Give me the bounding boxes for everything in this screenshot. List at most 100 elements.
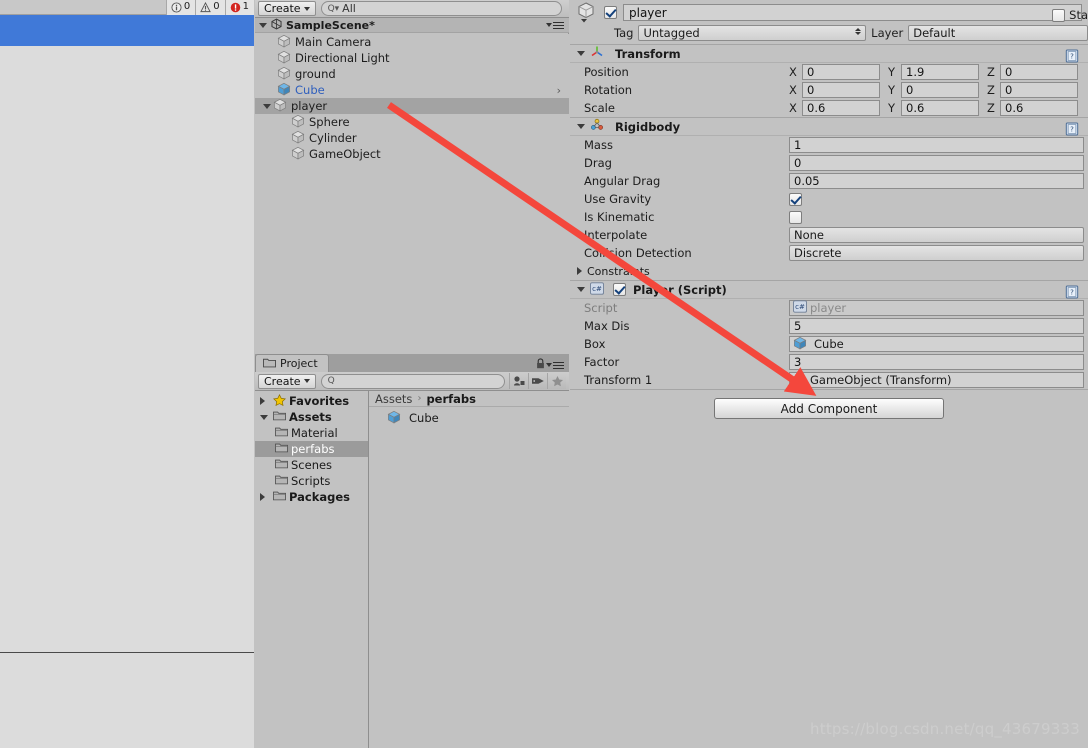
asset-item-label: Cube bbox=[409, 411, 439, 425]
project-create-button[interactable]: Create bbox=[258, 373, 316, 389]
project-tree-item-perfabs[interactable]: perfabs bbox=[255, 441, 368, 457]
transform-icon bbox=[793, 372, 807, 389]
search-icon: Q▾ bbox=[327, 3, 340, 14]
project-folder-tree[interactable]: Favorites Assets Material perfabs Scenes Scri… bbox=[255, 391, 369, 748]
property-label: Box bbox=[584, 337, 606, 351]
project-tree-item-assets[interactable]: Assets bbox=[255, 409, 368, 425]
collision-detection-dropdown[interactable]: Discrete bbox=[789, 245, 1084, 261]
project-tree-item-material[interactable]: Material bbox=[255, 425, 368, 441]
property-constraints[interactable]: Constraints bbox=[570, 262, 1088, 280]
position-y-input[interactable]: 1.9 bbox=[901, 64, 979, 80]
chevron-down-icon bbox=[546, 23, 552, 27]
warning-count-cell[interactable]: 0 bbox=[195, 0, 225, 15]
mass-input[interactable]: 1 bbox=[789, 137, 1084, 153]
project-search-input[interactable]: Q bbox=[320, 373, 505, 389]
interpolate-dropdown[interactable]: None bbox=[789, 227, 1084, 243]
project-tree-item-packages[interactable]: Packages bbox=[255, 489, 368, 505]
gameobject-name-value: player bbox=[629, 5, 667, 20]
project-content-pane[interactable]: Assets › perfabs Cube bbox=[369, 391, 569, 748]
filter-by-label-icon[interactable] bbox=[528, 373, 547, 389]
property-label: Constraints bbox=[587, 264, 650, 278]
project-tree-item-scenes[interactable]: Scenes bbox=[255, 457, 368, 473]
help-book-icon[interactable]: ? bbox=[1065, 120, 1083, 136]
position-z-input[interactable]: 0 bbox=[1000, 64, 1078, 80]
tag-label: Tag bbox=[614, 26, 634, 40]
project-asset-list[interactable]: Cube bbox=[369, 410, 569, 426]
project-split: Favorites Assets Material perfabs Scenes Scri… bbox=[255, 391, 569, 748]
component-header-player-script[interactable]: c# Player (Script)? bbox=[570, 281, 1088, 299]
add-component-label: Add Component bbox=[780, 401, 878, 416]
lock-icon[interactable] bbox=[536, 358, 545, 372]
help-book-icon[interactable]: ? bbox=[1065, 47, 1083, 63]
hierarchy-options-menu[interactable] bbox=[546, 20, 564, 31]
max-dis-input[interactable]: 5 bbox=[789, 318, 1084, 334]
tag-dropdown[interactable]: Untagged bbox=[638, 25, 867, 41]
transform-1-object-field[interactable]: GameObject (Transform) bbox=[789, 372, 1084, 388]
layer-dropdown[interactable]: Default bbox=[908, 25, 1088, 41]
box-object-field[interactable]: Cube bbox=[789, 336, 1084, 352]
inspector-components: Transform? Position X 0 Y 1.9 Z 0 Rotation X 0 Y 0 Z 0… bbox=[570, 45, 1088, 390]
hierarchy-item-sphere[interactable]: Sphere bbox=[255, 114, 569, 130]
hierarchy-item-main-camera[interactable]: Main Camera bbox=[255, 34, 569, 50]
position-x-input[interactable]: 0 bbox=[802, 64, 880, 80]
hierarchy-item-player[interactable]: player bbox=[255, 98, 569, 114]
script-object-field[interactable]: c# player bbox=[789, 300, 1084, 316]
scene-expand-triangle-icon[interactable] bbox=[259, 22, 267, 28]
rotation-z-input[interactable]: 0 bbox=[1000, 82, 1078, 98]
chevron-right-icon[interactable]: › bbox=[557, 84, 561, 97]
project-tree-item-scripts[interactable]: Scripts bbox=[255, 473, 368, 489]
hierarchy-list[interactable]: Main Camera Directional Light ground Cube › p… bbox=[255, 34, 569, 353]
angular-drag-input[interactable]: 0.05 bbox=[789, 173, 1084, 189]
expand-triangle-icon[interactable] bbox=[260, 397, 270, 405]
add-component-button[interactable]: Add Component bbox=[714, 398, 944, 419]
use-gravity-checkbox[interactable] bbox=[789, 192, 802, 206]
hierarchy-item-cube[interactable]: Cube › bbox=[255, 82, 569, 98]
expand-triangle-icon[interactable] bbox=[577, 124, 585, 129]
component-header-transform[interactable]: Transform? bbox=[570, 45, 1088, 63]
expand-triangle-icon[interactable] bbox=[260, 414, 270, 420]
rotation-x-input[interactable]: 0 bbox=[802, 82, 880, 98]
scene-lower-area[interactable] bbox=[0, 653, 254, 748]
hierarchy-item-gameobject[interactable]: GameObject bbox=[255, 146, 569, 162]
is-kinematic-checkbox[interactable] bbox=[789, 210, 802, 224]
filter-by-type-icon[interactable] bbox=[509, 373, 528, 389]
project-tree-item-favorites[interactable]: Favorites bbox=[255, 393, 368, 409]
expand-triangle-icon[interactable] bbox=[577, 267, 582, 275]
gameobject-cube-icon bbox=[277, 82, 295, 99]
factor-input[interactable]: 3 bbox=[789, 354, 1084, 370]
scale-x-input[interactable]: 0.6 bbox=[802, 100, 880, 116]
project-options-menu[interactable] bbox=[536, 358, 564, 372]
gameobject-name-field[interactable]: player bbox=[623, 4, 1082, 21]
hierarchy-scene-row[interactable]: SampleScene* bbox=[255, 17, 569, 33]
help-book-icon[interactable]: ? bbox=[1065, 283, 1083, 299]
chevron-down-icon bbox=[303, 379, 310, 383]
tab-project[interactable]: Project bbox=[255, 354, 329, 372]
info-count-cell[interactable]: 0 bbox=[165, 0, 196, 15]
hierarchy-item-cylinder[interactable]: Cylinder bbox=[255, 130, 569, 146]
property-box: Box Cube bbox=[570, 335, 1088, 353]
expand-triangle-icon[interactable] bbox=[577, 287, 585, 292]
expand-triangle-icon[interactable] bbox=[577, 51, 585, 56]
error-count-cell[interactable]: 1 bbox=[224, 0, 254, 15]
favorites-star-icon[interactable] bbox=[547, 373, 566, 389]
hierarchy-item-ground[interactable]: ground bbox=[255, 66, 569, 82]
component-enable-checkbox[interactable] bbox=[613, 283, 626, 296]
property-label: Rotation bbox=[584, 83, 633, 97]
rotation-y-input[interactable]: 0 bbox=[901, 82, 979, 98]
component-header-rigidbody[interactable]: Rigidbody? bbox=[570, 118, 1088, 136]
breadcrumb-root[interactable]: Assets bbox=[375, 392, 412, 406]
expand-triangle-icon[interactable] bbox=[260, 493, 270, 501]
hierarchy-item-directional-light[interactable]: Directional Light bbox=[255, 50, 569, 66]
drag-input[interactable]: 0 bbox=[789, 155, 1084, 171]
static-checkbox[interactable] bbox=[1052, 8, 1066, 22]
expand-triangle-icon[interactable] bbox=[261, 103, 273, 109]
scene-viewport[interactable] bbox=[0, 46, 254, 652]
scene-view-panel[interactable]: 0 0 1 bbox=[0, 0, 254, 748]
scale-z-input[interactable]: 0.6 bbox=[1000, 100, 1078, 116]
hierarchy-create-button[interactable]: Create bbox=[258, 1, 316, 16]
property-label: Use Gravity bbox=[584, 192, 652, 206]
hierarchy-search-input[interactable]: Q▾ All bbox=[320, 1, 562, 16]
asset-item-cube[interactable]: Cube bbox=[369, 410, 569, 426]
gameobject-active-checkbox[interactable] bbox=[604, 6, 617, 19]
scale-y-input[interactable]: 0.6 bbox=[901, 100, 979, 116]
